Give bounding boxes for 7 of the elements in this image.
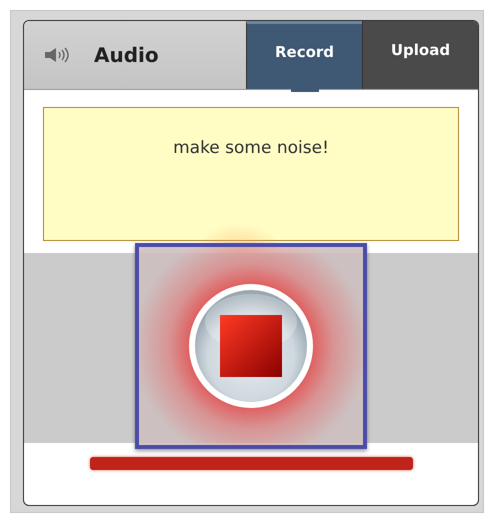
message-text: make some noise! <box>173 138 329 158</box>
record-button[interactable] <box>135 243 367 449</box>
panel-title: Audio <box>94 43 160 67</box>
tab[interactable]: Record <box>246 21 362 89</box>
tab[interactable]: Upload <box>362 21 478 89</box>
stop-icon <box>187 282 315 410</box>
speaker-icon <box>44 47 70 63</box>
